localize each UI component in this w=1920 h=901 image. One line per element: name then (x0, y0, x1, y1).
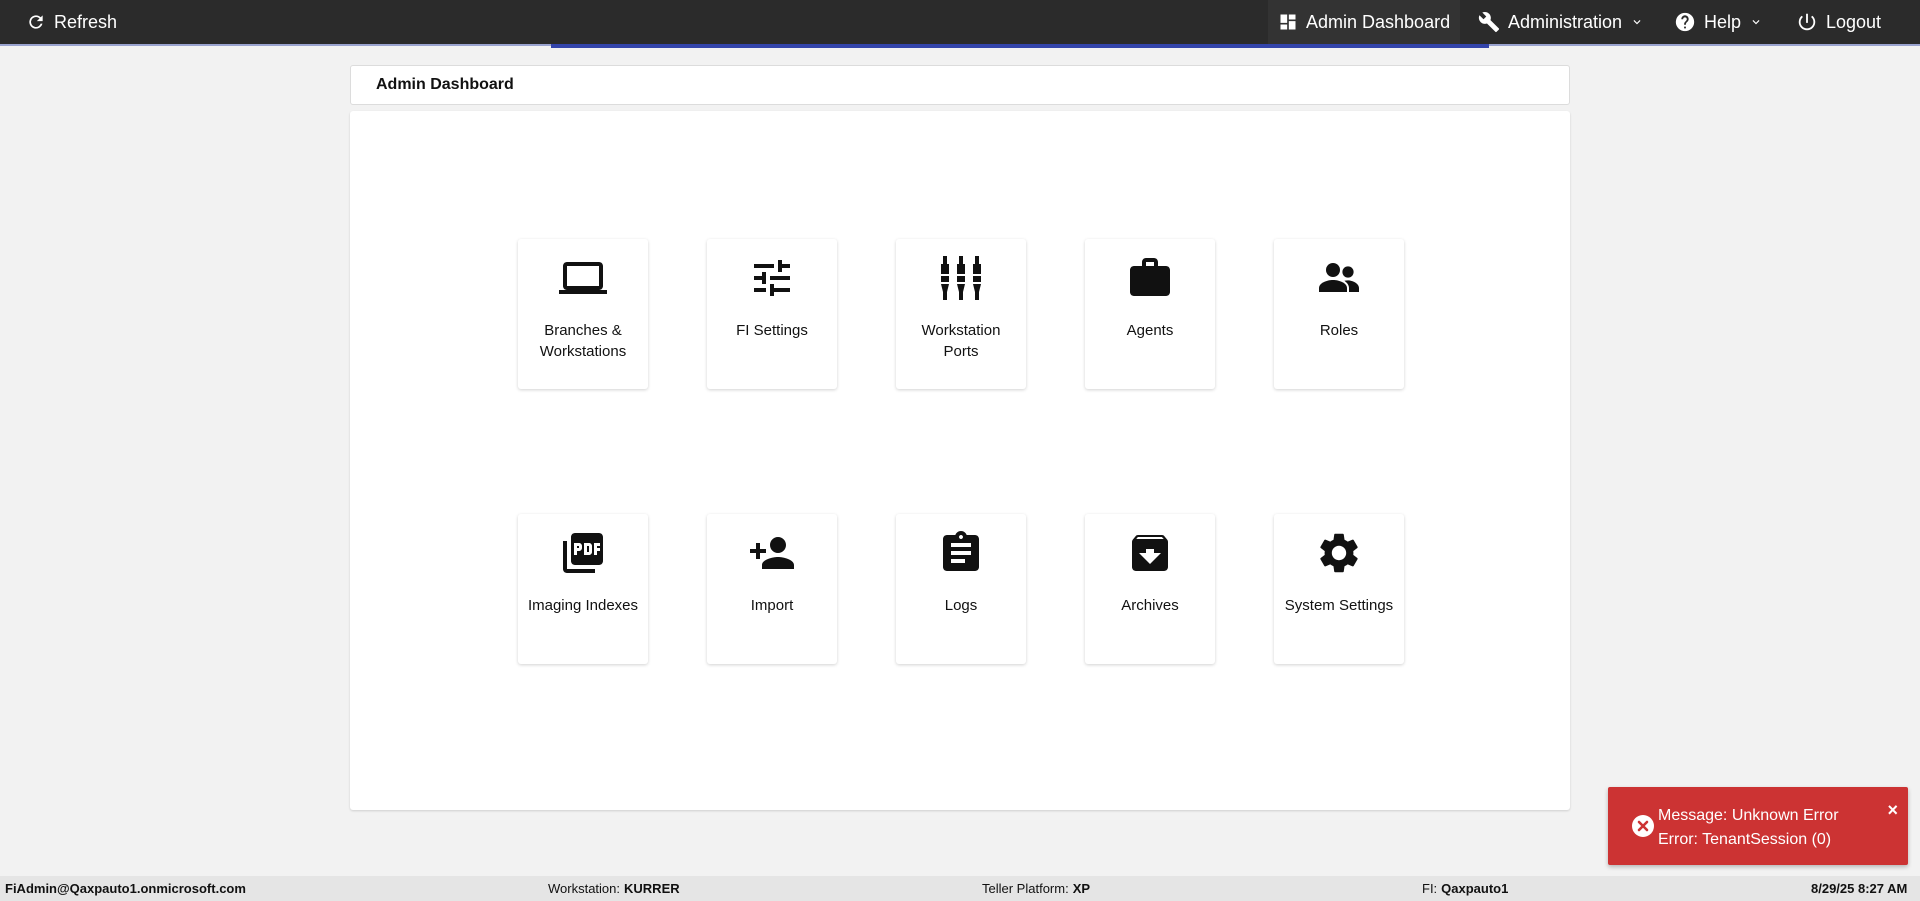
refresh-button[interactable]: Refresh (26, 0, 117, 44)
nav-help-label: Help (1704, 11, 1742, 32)
tile-import[interactable]: Import (707, 514, 837, 664)
tune-icon (748, 254, 796, 302)
status-fi: FI: Qaxpauto1 (1422, 876, 1508, 901)
briefcase-icon (1126, 254, 1174, 302)
clipboard-icon (937, 529, 985, 577)
error-toast: Message: Unknown Error Error: TenantSess… (1608, 787, 1908, 865)
chevron-down-icon (1633, 20, 1641, 25)
person-add-icon (748, 529, 796, 577)
tile-label: Imaging Indexes (527, 597, 639, 614)
tile-label: Import (750, 597, 794, 614)
pdf-icon (559, 529, 607, 577)
chevron-down-icon (1752, 20, 1760, 25)
status-datetime: 8/29/25 8:27 AM (1811, 881, 1908, 896)
logout-button[interactable]: Logout (1796, 0, 1881, 44)
tile-label: Branches & Workstations (539, 322, 627, 360)
status-platform-label: Teller Platform: (982, 881, 1069, 896)
logout-label: Logout (1826, 11, 1882, 32)
nav-admin-dashboard[interactable]: Admin Dashboard (1268, 0, 1461, 44)
wrench-icon (1478, 12, 1500, 33)
status-workstation: Workstation: KURRER (548, 876, 680, 901)
tile-archives[interactable]: Archives (1085, 514, 1215, 664)
laptop-icon (559, 254, 607, 302)
status-platform: Teller Platform: XP (982, 876, 1090, 901)
tile-roles[interactable]: Roles (1274, 239, 1404, 389)
power-icon (1798, 13, 1816, 31)
page-header: Admin Dashboard (350, 65, 1570, 105)
ports-icon (937, 254, 985, 302)
gear-icon (1315, 529, 1363, 577)
tile-logs[interactable]: Logs (896, 514, 1026, 664)
tile-label: Logs (944, 597, 978, 614)
tile-label: Archives (1121, 597, 1179, 614)
status-workstation-value: KURRER (624, 881, 680, 896)
status-fi-value: Qaxpauto1 (1441, 881, 1509, 896)
nav-accent-bar (551, 44, 1489, 48)
tile-system-settings[interactable]: System Settings (1274, 514, 1404, 664)
toast-message: Message: Unknown Error Error: TenantSess… (1658, 804, 1839, 852)
dashboard-panel: Branches & Workstations FI Settings Work… (350, 111, 1570, 810)
toast-message-line: Message: Unknown Error (1658, 807, 1839, 824)
dashboard-icon (1280, 14, 1296, 30)
toast-error-line: Error: TenantSession (0) (1658, 831, 1832, 848)
status-bar: FiAdmin@Qaxpauto1.onmicrosoft.com Workst… (0, 876, 1920, 901)
archive-icon (1126, 529, 1174, 577)
tile-label: Agents (1126, 322, 1174, 339)
tile-label: Workstation Ports (921, 322, 1001, 360)
error-circle-icon (1632, 815, 1654, 837)
nav-admin-dashboard-label: Admin Dashboard (1306, 11, 1451, 32)
page-title: Admin Dashboard (376, 76, 514, 93)
tile-agents[interactable]: Agents (1085, 239, 1215, 389)
status-fi-label: FI: (1422, 881, 1438, 896)
refresh-label: Refresh (54, 11, 118, 32)
nav-administration-label: Administration (1508, 11, 1623, 32)
tile-fi-settings[interactable]: FI Settings (707, 239, 837, 389)
nav-help-menu[interactable]: Help (1674, 0, 1763, 44)
tile-label: FI Settings (736, 322, 808, 339)
tile-imaging-indexes[interactable]: Imaging Indexes (518, 514, 648, 664)
tile-branches-workstations[interactable]: Branches & Workstations (518, 239, 648, 389)
help-icon (1675, 12, 1695, 32)
tile-label: Roles (1319, 322, 1359, 339)
tile-workstation-ports[interactable]: Workstation Ports (896, 239, 1026, 389)
nav-administration-menu[interactable]: Administration (1478, 0, 1644, 44)
status-platform-value: XP (1072, 881, 1091, 896)
refresh-icon (29, 15, 43, 29)
tile-label: System Settings (1284, 597, 1394, 614)
people-icon (1315, 254, 1363, 302)
status-workstation-label: Workstation: (548, 881, 621, 896)
toast-close-button[interactable]: × (1887, 801, 1898, 819)
top-nav-bar: Refresh Admin Dashboard Administration H… (0, 0, 1920, 44)
status-user: FiAdmin@Qaxpauto1.onmicrosoft.com (5, 881, 246, 896)
